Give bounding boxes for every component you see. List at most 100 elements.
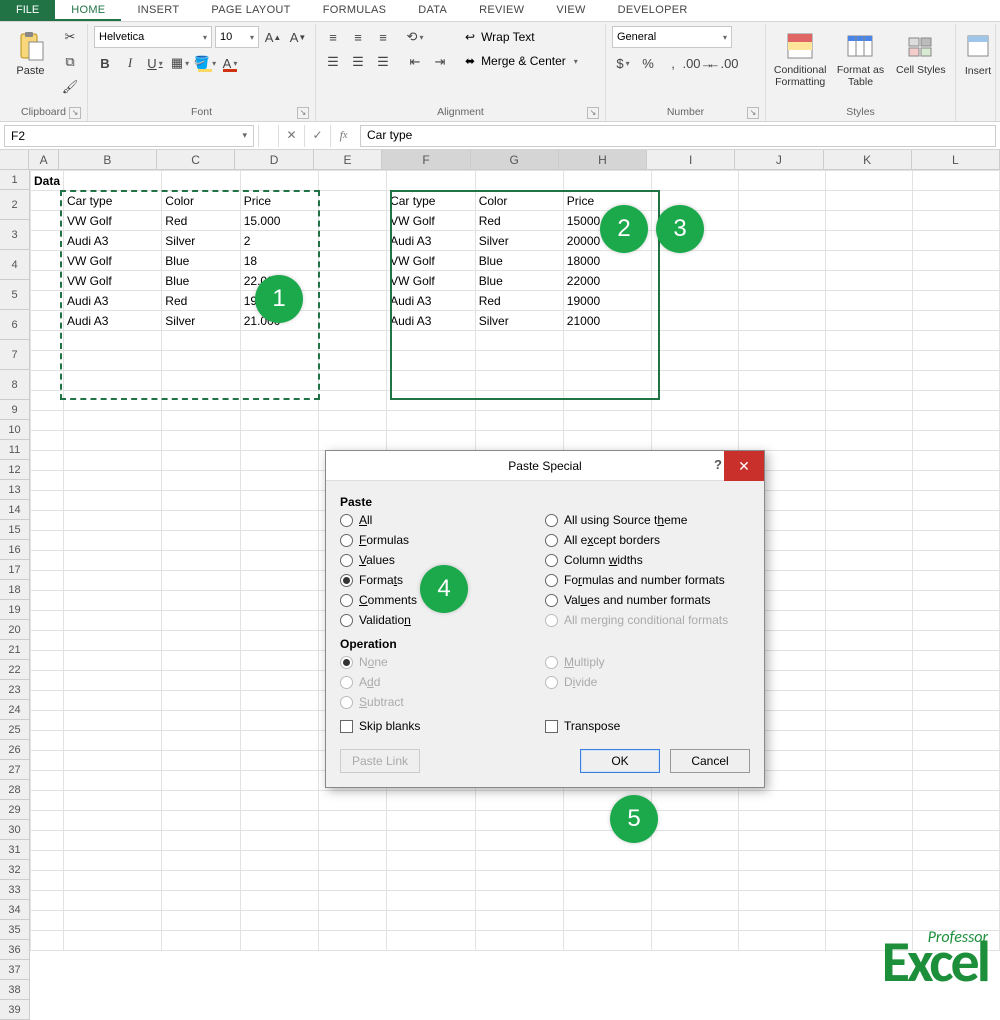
- cell-K9[interactable]: [825, 331, 912, 351]
- cut-button[interactable]: ✂: [59, 26, 81, 48]
- cell-K19[interactable]: [825, 531, 912, 551]
- align-right-button[interactable]: ☰: [372, 51, 394, 73]
- cell-F10[interactable]: [387, 351, 476, 371]
- cell-B22[interactable]: [64, 591, 162, 611]
- cell-K10[interactable]: [825, 351, 912, 371]
- cell-C18[interactable]: [162, 511, 240, 531]
- cell-B13[interactable]: [64, 411, 162, 431]
- col-header-J[interactable]: J: [735, 150, 823, 169]
- cell-C9[interactable]: [162, 331, 240, 351]
- col-header-E[interactable]: E: [314, 150, 383, 169]
- cell-B11[interactable]: [64, 371, 162, 391]
- cell-F9[interactable]: [387, 331, 476, 351]
- cell-H6[interactable]: 22000: [563, 271, 651, 291]
- cell-K30[interactable]: [825, 751, 912, 771]
- cell-B9[interactable]: [64, 331, 162, 351]
- font-name-combo[interactable]: Helvetica▾: [94, 26, 212, 48]
- name-box[interactable]: F2▾: [4, 125, 254, 147]
- col-header-D[interactable]: D: [235, 150, 313, 169]
- row-header-11[interactable]: 11: [0, 440, 30, 460]
- cell-L18[interactable]: [912, 511, 999, 531]
- cell-C12[interactable]: [162, 391, 240, 411]
- cell-G13[interactable]: [475, 411, 563, 431]
- cell-G38[interactable]: [475, 911, 563, 931]
- cell-K13[interactable]: [825, 411, 912, 431]
- comma-format-button[interactable]: ,: [662, 52, 684, 74]
- row-header-34[interactable]: 34: [0, 900, 30, 920]
- merge-center-button[interactable]: ⬌ Merge & Center: [461, 50, 582, 72]
- cell-H13[interactable]: [563, 411, 651, 431]
- cell-K4[interactable]: [825, 231, 912, 251]
- cell-L25[interactable]: [912, 651, 999, 671]
- cell-B28[interactable]: [64, 711, 162, 731]
- align-left-button[interactable]: ☰: [322, 51, 344, 73]
- cell-K37[interactable]: [825, 891, 912, 911]
- align-center-button[interactable]: ☰: [347, 51, 369, 73]
- cell-F1[interactable]: [387, 171, 476, 191]
- row-header-23[interactable]: 23: [0, 680, 30, 700]
- cell-J37[interactable]: [738, 891, 825, 911]
- cell-B10[interactable]: [64, 351, 162, 371]
- increase-indent-button[interactable]: ⇥: [429, 51, 451, 73]
- cell-A5[interactable]: [31, 251, 64, 271]
- col-header-F[interactable]: F: [382, 150, 470, 169]
- cell-K23[interactable]: [825, 611, 912, 631]
- cell-D31[interactable]: [240, 771, 319, 791]
- tab-developer[interactable]: DEVELOPER: [602, 0, 704, 21]
- cell-E38[interactable]: [319, 911, 387, 931]
- row-header-38[interactable]: 38: [0, 980, 30, 1000]
- cancel-button[interactable]: Cancel: [670, 749, 750, 773]
- cell-L7[interactable]: [912, 291, 999, 311]
- cell-A1[interactable]: Data: [31, 171, 64, 191]
- cell-J14[interactable]: [738, 431, 825, 451]
- cell-K28[interactable]: [825, 711, 912, 731]
- cell-A11[interactable]: [31, 371, 64, 391]
- tab-home[interactable]: HOME: [55, 0, 121, 21]
- cell-G33[interactable]: [475, 811, 563, 831]
- cell-L34[interactable]: [912, 831, 999, 851]
- cell-A7[interactable]: [31, 291, 64, 311]
- cell-A29[interactable]: [31, 731, 64, 751]
- cell-B14[interactable]: [64, 431, 162, 451]
- cell-B38[interactable]: [64, 911, 162, 931]
- cell-I11[interactable]: [651, 371, 738, 391]
- cell-styles-button[interactable]: Cell Styles: [893, 26, 949, 77]
- cell-F32[interactable]: [387, 791, 476, 811]
- cell-A6[interactable]: [31, 271, 64, 291]
- row-header-6[interactable]: 6: [0, 310, 30, 340]
- row-header-32[interactable]: 32: [0, 860, 30, 880]
- cell-D30[interactable]: [240, 751, 319, 771]
- cell-B35[interactable]: [64, 851, 162, 871]
- cell-A19[interactable]: [31, 531, 64, 551]
- cell-D27[interactable]: [240, 691, 319, 711]
- cell-H1[interactable]: [563, 171, 651, 191]
- cell-C31[interactable]: [162, 771, 240, 791]
- cell-D37[interactable]: [240, 891, 319, 911]
- cell-D13[interactable]: [240, 411, 319, 431]
- cell-J33[interactable]: [738, 811, 825, 831]
- cell-C1[interactable]: [162, 171, 240, 191]
- accounting-format-button[interactable]: $: [612, 52, 634, 74]
- cell-D12[interactable]: [240, 391, 319, 411]
- cell-D23[interactable]: [240, 611, 319, 631]
- dialog-help-button[interactable]: ?: [714, 457, 722, 472]
- cell-K8[interactable]: [825, 311, 912, 331]
- row-header-15[interactable]: 15: [0, 520, 30, 540]
- cell-J38[interactable]: [738, 911, 825, 931]
- cell-F14[interactable]: [387, 431, 476, 451]
- cell-C25[interactable]: [162, 651, 240, 671]
- row-header-4[interactable]: 4: [0, 250, 30, 280]
- cell-L16[interactable]: [912, 471, 999, 491]
- cell-D22[interactable]: [240, 591, 319, 611]
- cell-F3[interactable]: VW Golf: [387, 211, 476, 231]
- cell-J39[interactable]: [738, 931, 825, 951]
- cell-J36[interactable]: [738, 871, 825, 891]
- row-header-30[interactable]: 30: [0, 820, 30, 840]
- radio-formulas and number formats[interactable]: Formulas and number formats: [545, 573, 750, 587]
- cell-L17[interactable]: [912, 491, 999, 511]
- cell-B18[interactable]: [64, 511, 162, 531]
- cell-I14[interactable]: [651, 431, 738, 451]
- cell-C27[interactable]: [162, 691, 240, 711]
- cell-B39[interactable]: [64, 931, 162, 951]
- cell-K21[interactable]: [825, 571, 912, 591]
